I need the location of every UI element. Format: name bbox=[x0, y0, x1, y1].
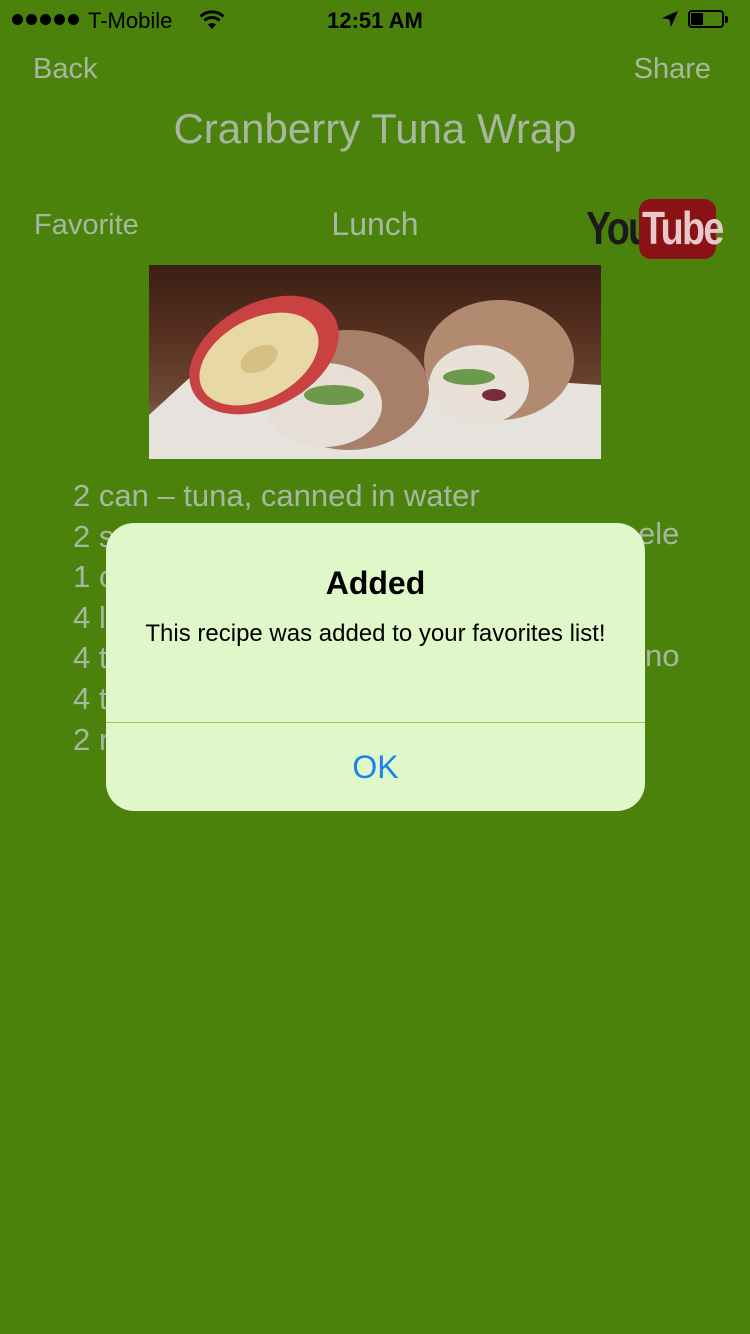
wrap-photo-illustration bbox=[149, 295, 601, 459]
youtube-logo-tube: Tube bbox=[642, 202, 724, 254]
status-bar: T-Mobile 12:51 AM bbox=[0, 0, 750, 40]
alert-dialog: Added This recipe was added to your favo… bbox=[106, 523, 645, 811]
alert-title: Added bbox=[325, 565, 426, 601]
recipe-title: Cranberry Tuna Wrap bbox=[173, 105, 577, 152]
share-button[interactable]: Share bbox=[634, 53, 711, 86]
ingredient-fragment: no bbox=[645, 638, 680, 673]
alert-message: This recipe was added to your favorites … bbox=[145, 620, 606, 647]
clock: 12:51 AM bbox=[327, 8, 423, 33]
youtube-button[interactable]: You Tube bbox=[586, 199, 724, 261]
battery-icon bbox=[688, 10, 730, 30]
back-button[interactable]: Back bbox=[33, 53, 97, 86]
location-arrow-icon bbox=[660, 9, 680, 35]
ok-button[interactable]: OK bbox=[106, 723, 645, 811]
recipe-photo bbox=[149, 265, 601, 459]
ingredient-line: 2 can – tuna, canned in water bbox=[73, 478, 480, 513]
